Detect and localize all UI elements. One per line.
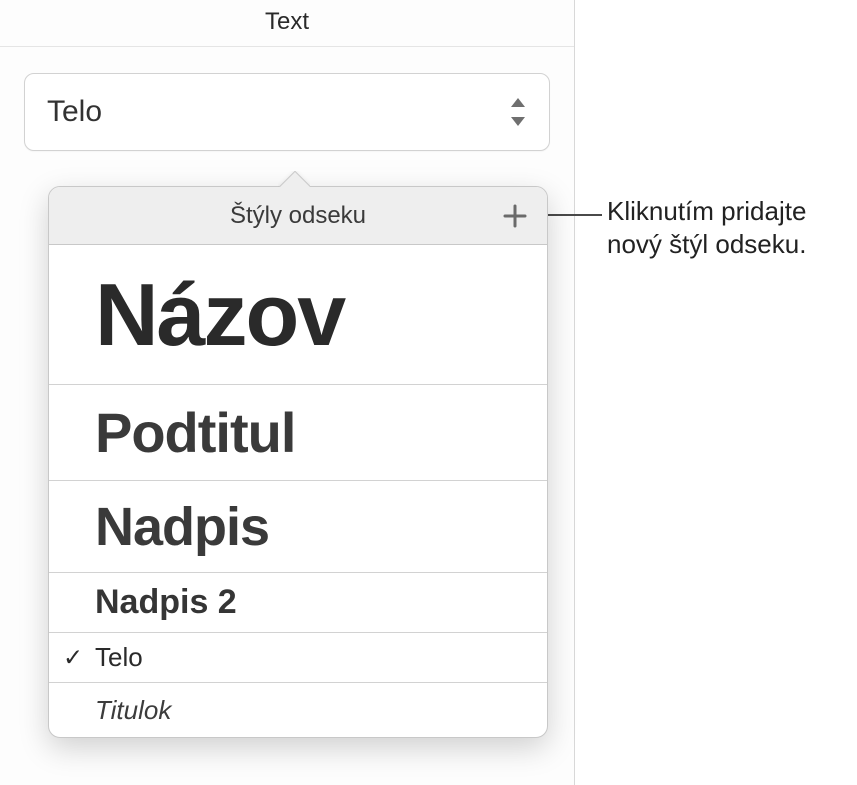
checkmark-icon: ✓ [63,643,83,672]
style-item-title[interactable]: Názov [49,245,547,385]
style-item-caption[interactable]: Titulok [49,683,547,737]
popover-arrow [278,171,310,187]
style-item-label: Titulok [95,695,171,726]
paragraph-style-select[interactable]: Telo [24,73,550,151]
style-item-heading2[interactable]: Nadpis 2 [49,573,547,633]
callout-leader-line [542,214,602,216]
updown-icon [509,98,527,126]
style-item-label: Názov [95,264,344,366]
style-item-label: Nadpis 2 [95,583,237,622]
paragraph-style-current: Telo [47,95,102,129]
add-style-button[interactable] [499,200,531,232]
plus-icon [503,204,527,228]
style-list: Názov Podtitul Nadpis Nadpis 2 ✓ Telo Ti… [49,245,547,737]
style-item-label: Podtitul [95,400,295,465]
style-item-label: Nadpis [95,496,269,558]
style-item-label: Telo [95,642,143,673]
style-item-heading[interactable]: Nadpis [49,481,547,573]
style-item-subtitle[interactable]: Podtitul [49,385,547,481]
popover-title: Štýly odseku [230,202,366,230]
popover-header: Štýly odseku [49,187,547,245]
style-item-body[interactable]: ✓ Telo [49,633,547,683]
panel-title: Text [0,0,574,47]
callout-text: Kliknutím pridajte nový štýl odseku. [607,195,852,262]
paragraph-styles-popover: Štýly odseku Názov Podtitul Nadpis Nadpi… [48,186,548,738]
